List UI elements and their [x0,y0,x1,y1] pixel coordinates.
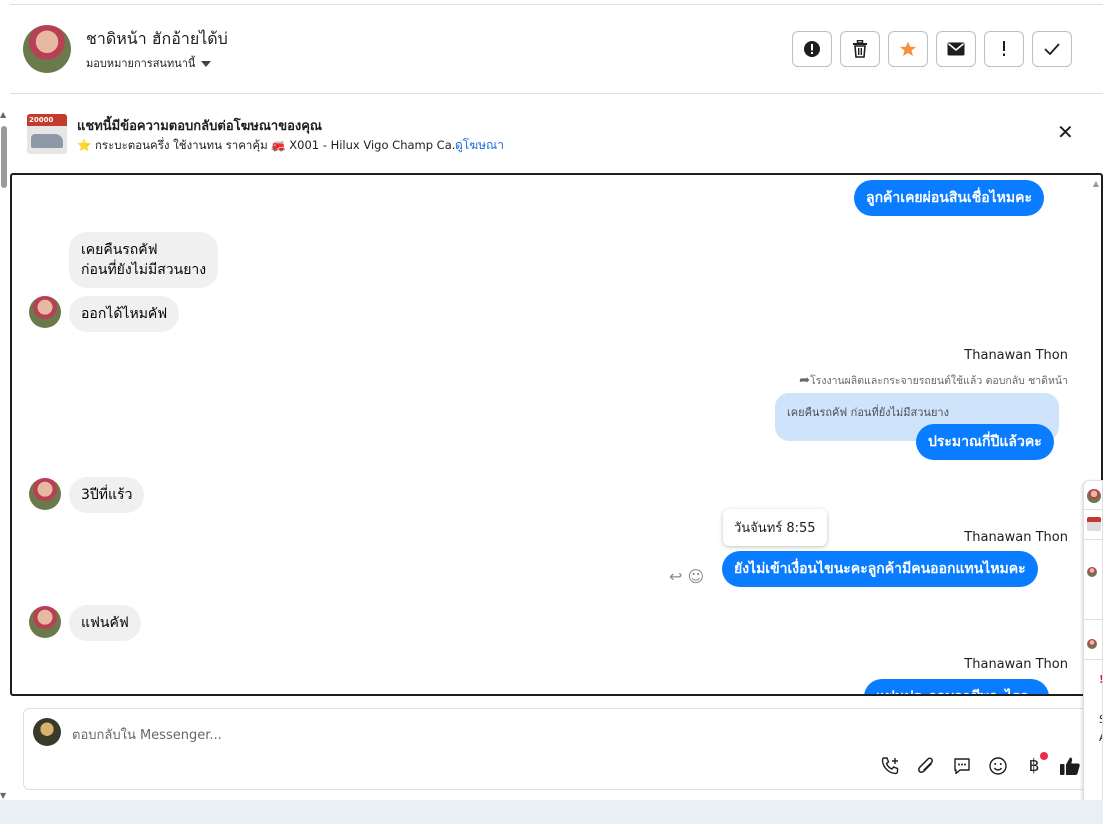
sender-name: Thanawan Thon [964,530,1068,545]
conversation-header: ชาดิหน้า ฮักอ้ายได้บ่ มอบหมายการสนทนานี้ [10,5,1103,94]
assign-label: มอบหมายการสนทนานี้ [86,57,196,70]
divider [1084,659,1102,660]
page-avatar [33,718,61,746]
divider [1084,509,1102,510]
scroll-thumb[interactable] [1,126,7,188]
view-ad-link[interactable]: ดูโฆษณา [455,136,504,155]
thumbs-up-icon[interactable] [1059,755,1081,777]
contact-avatar[interactable] [1087,567,1097,577]
divider [1084,539,1102,540]
sender-name: Thanawan Thon [964,657,1068,672]
panel-text-s: S [1099,713,1102,726]
reply-input[interactable]: ตอบกลับใน Messenger... [72,724,222,745]
scroll-up-arrow-icon[interactable]: ▲ [0,110,6,119]
mark-spam-button[interactable] [792,31,832,67]
ad-banner-title: แชทนี้มีข้อความตอบกลับต่อโฆษณาของคุณ [77,119,322,134]
reply-icon[interactable]: ↩ [669,567,682,586]
reply-arrow-icon: ➦ [799,373,811,388]
paperclip-icon[interactable] [915,755,937,777]
envelope-icon [947,42,965,56]
contact-name[interactable]: ชาดิหน้า ฮักอ้ายได้บ่ [86,27,228,52]
mark-done-button[interactable] [1032,31,1072,67]
message-incoming[interactable]: แฟนคัฟ [69,605,141,641]
delete-button[interactable] [840,31,880,67]
side-panel[interactable]: ! S A [1083,480,1103,815]
sender-name: Thanawan Thon [964,348,1068,363]
close-icon[interactable]: ✕ [1057,122,1074,142]
emoji-icon[interactable] [987,755,1009,777]
scroll-down-arrow-icon[interactable]: ▼ [0,791,6,800]
baht-symbol: ฿ [1028,756,1040,776]
message-outgoing[interactable]: ลูกค้าเคยผ่อนสินเชื่อไหมคะ [854,180,1045,216]
contact-avatar[interactable] [1087,489,1101,503]
ad-thumbnail[interactable]: 20000 [27,114,67,154]
ad-description: ⭐ กระบะตอนครึ่ง ใช้งานทน ราคาคุ้ม 🚒 X001… [77,138,463,152]
message-actions: ↩ ☺ [669,567,704,586]
reply-composer[interactable]: ตอบกลับใน Messenger... ฿ [23,708,1098,790]
message-outgoing[interactable]: ประมาณกี่ปีแล้วคะ [916,424,1054,460]
ad-reply-banner: 20000 แชทนี้มีข้อความตอบกลับต่อโฆษณาของค… [10,95,1103,173]
composer-toolbar: ฿ [879,752,1081,777]
reply-note: ➦โรงงานผลิตและกระจายรถยนต์ใช้แล้ว ตอบกลั… [799,372,1068,389]
exclamation-icon [1003,41,1005,56]
message-outgoing[interactable]: แฟนประกอบอาชีพอะไรคะ [864,679,1049,694]
inbox-page: ▲ ▼ ชาดิหน้า ฮักอ้ายได้บ่ มอบหมายการสนทน… [0,0,1103,824]
baht-payment-icon[interactable]: ฿ [1023,752,1048,777]
scroll-up-arrow-icon[interactable]: ▲ [1093,179,1099,188]
contact-avatar[interactable] [29,296,61,328]
message-line: เคยคืนรถคัฟ [81,242,158,258]
message-outgoing[interactable]: ยังไม่เข้าเงื่อนไขนะคะลูกค้ามีคนออกแทนไห… [722,551,1038,587]
message-incoming[interactable]: เคยคืนรถคัฟ ก่อนที่ยังไม่มีสวนยาง [69,232,219,288]
contact-avatar[interactable] [1087,639,1097,649]
alert-circle-icon [804,41,820,57]
mark-unread-button[interactable] [936,31,976,67]
add-call-icon[interactable] [879,755,901,777]
message-thread[interactable]: ▲ ลูกค้าเคยผ่อนสินเชื่อไหมคะ เคยคืนรถคัฟ… [10,173,1103,696]
assign-dropdown[interactable]: มอบหมายการสนทนานี้ [86,54,212,72]
message-incoming[interactable]: 3ปีที่แร้ว [69,477,145,513]
timestamp-tooltip: วันจันทร์ 8:55 [723,509,827,546]
reply-note-text: โรงงานผลิตและกระจายรถยนต์ใช้แล้ว ตอบกลับ… [810,375,1068,387]
react-emoji-icon[interactable]: ☺ [688,567,705,586]
ad-thumbnail[interactable] [1087,517,1101,531]
notification-dot [1040,752,1048,760]
bottom-strip [0,800,1103,824]
star-icon [900,41,916,57]
divider [1084,619,1102,620]
saved-reply-icon[interactable] [951,755,973,777]
follow-up-button[interactable] [984,31,1024,67]
trash-icon [853,40,867,58]
left-scrollbar[interactable]: ▲ ▼ [0,110,8,800]
check-icon [1044,43,1060,55]
ad-thumb-price: 20000 [29,116,54,124]
contact-avatar[interactable] [23,25,71,73]
message-incoming[interactable]: ออกได้ไหมคัฟ [69,296,180,332]
indicator: ! [1099,673,1102,686]
car-image [31,134,63,148]
contact-avatar[interactable] [29,478,61,510]
contact-avatar[interactable] [29,606,61,638]
message-line: ก่อนที่ยังไม่มีสวนยาง [81,262,207,278]
caret-down-icon [201,61,212,67]
panel-text-a: A [1099,731,1102,744]
star-button[interactable] [888,31,928,67]
